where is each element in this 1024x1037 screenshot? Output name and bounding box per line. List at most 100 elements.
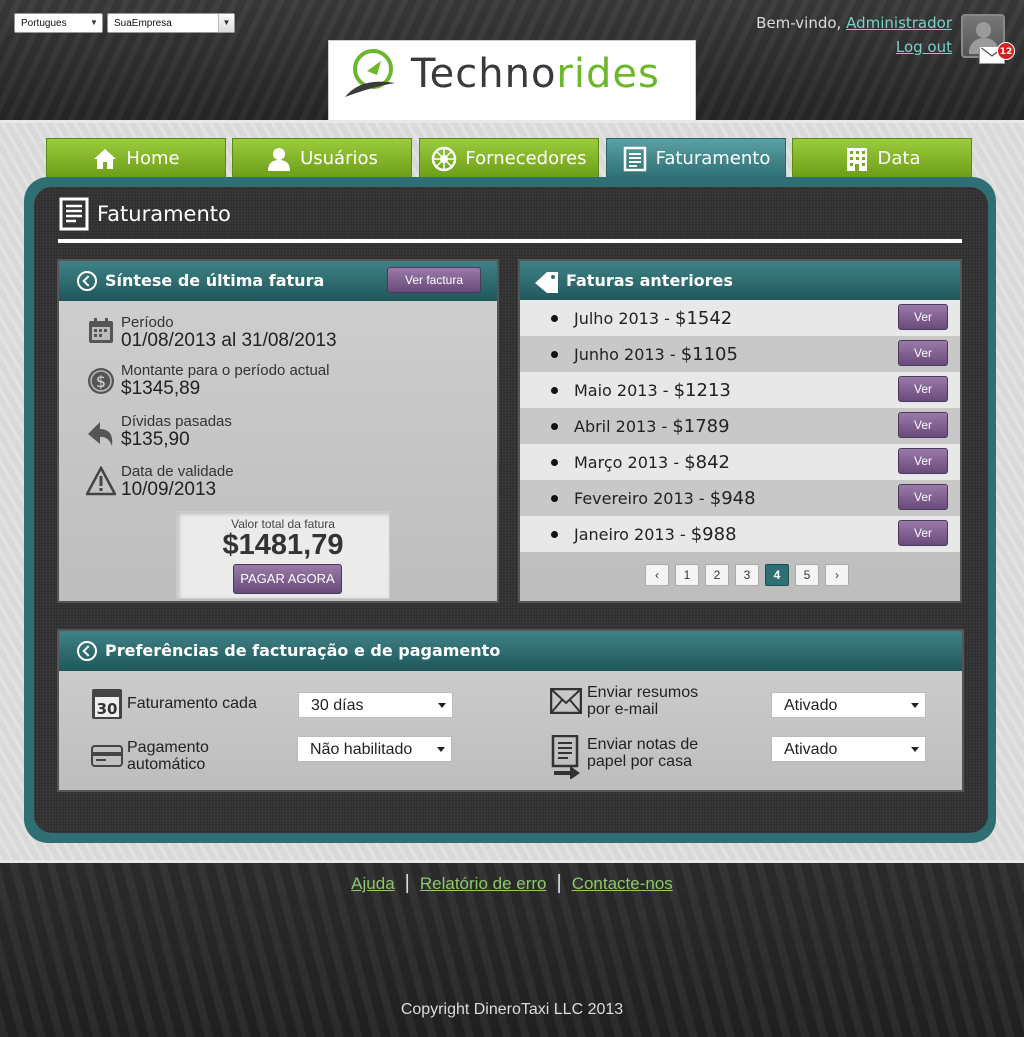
invoice-row: Fevereiro 2013 - $948 Ver [520, 480, 960, 516]
pay-now-button[interactable]: PAGAR AGORA [233, 564, 342, 594]
contact-link[interactable]: Contacte-nos [572, 874, 673, 893]
svg-text:30: 30 [97, 700, 118, 718]
previous-invoices-header: Faturas anteriores [520, 261, 960, 301]
period-value: 01/08/2013 al 31/08/2013 [121, 330, 337, 351]
technorides-logo: Technorides [328, 40, 696, 120]
amount-block: Montante para o período actual $1345,89 [121, 362, 329, 400]
amount-value: $1345,89 [121, 378, 201, 399]
view-invoice-button[interactable]: Ver [898, 448, 948, 474]
logout-link[interactable]: Log out [896, 38, 952, 56]
dollar-coin-icon: $ [88, 368, 114, 394]
chevron-left-circle-icon [77, 271, 97, 291]
view-invoice-button[interactable]: Ver [898, 376, 948, 402]
pagination-page-2[interactable]: 2 [705, 564, 729, 586]
debt-value: $135,90 [121, 429, 190, 450]
user-name-link[interactable]: Administrador [846, 14, 952, 32]
pagination-page-5[interactable]: 5 [795, 564, 819, 586]
period-block: Período 01/08/2013 al 31/08/2013 [121, 314, 337, 352]
tab-fornecedores[interactable]: Fornecedores [419, 138, 599, 178]
due-date-block: Data de validade 10/09/2013 [121, 463, 234, 501]
tab-usuarios[interactable]: Usuários [232, 138, 412, 178]
invoice-icon [59, 197, 89, 231]
company-select[interactable]: SuaEmpresa ▼ [107, 13, 235, 33]
due-date-label: Data de validade [121, 463, 234, 480]
billing-cycle-select[interactable]: 30 días [298, 692, 453, 718]
chevron-down-icon: ▼ [90, 18, 98, 27]
debt-label: Dívidas pasadas [121, 413, 232, 430]
email-summary-label: Enviar resumos por e-mail [587, 684, 699, 718]
caret-down-icon [437, 747, 445, 752]
invoice-row: Junho 2013 - $1105 Ver [520, 336, 960, 372]
bullet-icon [551, 387, 558, 394]
bug-report-link[interactable]: Relatório de erro [420, 874, 547, 893]
paper-notes-select[interactable]: Ativado [771, 736, 926, 762]
language-select[interactable]: Portugues ▼ [14, 13, 103, 33]
tag-arrow-icon [535, 272, 558, 293]
credit-card-icon [91, 745, 123, 767]
view-invoice-button[interactable]: Ver [898, 412, 948, 438]
bullet-icon [551, 531, 558, 538]
view-invoice-button[interactable]: Ver [898, 484, 948, 510]
pagination-next[interactable]: › [825, 564, 849, 586]
language-value: Portugues [21, 18, 67, 29]
notification-badge: 12 [997, 42, 1015, 60]
view-invoice-button[interactable]: Ver [898, 340, 948, 366]
caret-down-icon [911, 747, 919, 752]
chevron-left-circle-icon [77, 641, 97, 661]
autopay-select[interactable]: Não habilitado [297, 736, 452, 762]
calendar-icon [89, 318, 113, 343]
autopay-label: Pagamento automático [127, 739, 209, 773]
bullet-icon [551, 495, 558, 502]
logo-text: Technorides [411, 51, 660, 97]
pagination-page-1[interactable]: 1 [675, 564, 699, 586]
view-invoice-button[interactable]: Ver factura [387, 267, 481, 293]
pagination-prev[interactable]: ‹ [645, 564, 669, 586]
bullet-icon [551, 351, 558, 358]
page-title: Faturamento [97, 202, 231, 226]
chevron-down-icon: ▼ [218, 14, 234, 32]
invoice-icon [623, 146, 646, 171]
caret-down-icon [911, 703, 919, 708]
pagination-page-4[interactable]: 4 [765, 564, 789, 586]
welcome-text: Bem-vindo, Administrador [756, 14, 952, 32]
invoice-row: Maio 2013 - $1213 Ver [520, 372, 960, 408]
debt-block: Dívidas pasadas $135,90 [121, 413, 232, 451]
calendar-30-icon: 30 [92, 689, 122, 719]
invoice-row: Abril 2013 - $1789 Ver [520, 408, 960, 444]
invoice-row: Janeiro 2013 - $988 Ver [520, 516, 960, 552]
invoice-row: Julho 2013 - $1542 Ver [520, 300, 960, 336]
help-link[interactable]: Ajuda [351, 874, 394, 893]
view-invoice-button[interactable]: Ver [898, 520, 948, 546]
title-divider [58, 239, 962, 243]
tab-home[interactable]: Home [46, 138, 226, 178]
arrow-back-icon [88, 422, 113, 446]
view-invoice-button[interactable]: Ver [898, 304, 948, 330]
logo-compass-icon [345, 49, 395, 97]
home-icon [94, 148, 117, 169]
amount-label: Montante para o período actual [121, 362, 330, 379]
warning-icon [86, 466, 116, 496]
invoice-row: Março 2013 - $842 Ver [520, 444, 960, 480]
tab-data[interactable]: Data [792, 138, 972, 178]
total-value: $1481,79 [222, 529, 344, 561]
preferences-title: Preferências de facturação e de pagament… [105, 641, 501, 660]
previous-invoices-title: Faturas anteriores [566, 271, 733, 290]
paper-notes-label: Enviar notas de papel por casa [587, 736, 699, 770]
wheel-icon [432, 146, 457, 171]
copyright: Copyright DineroTaxi LLC 2013 [400, 1001, 624, 1018]
footer-separator: | [404, 872, 410, 894]
pagination-page-3[interactable]: 3 [735, 564, 759, 586]
bullet-icon [551, 315, 558, 322]
building-icon [846, 147, 867, 171]
bullet-icon [551, 423, 558, 430]
caret-down-icon [438, 703, 446, 708]
summary-title: Síntese de última fatura [105, 271, 325, 290]
company-value: SuaEmpresa [114, 18, 172, 29]
email-summary-select[interactable]: Ativado [771, 692, 926, 718]
paper-mail-icon [551, 735, 580, 779]
tab-faturamento[interactable]: Faturamento [606, 138, 786, 178]
due-date-value: 10/09/2013 [121, 479, 217, 500]
svg-text:$: $ [96, 372, 106, 391]
envelope-icon [550, 688, 582, 714]
footer-separator: | [556, 872, 562, 894]
